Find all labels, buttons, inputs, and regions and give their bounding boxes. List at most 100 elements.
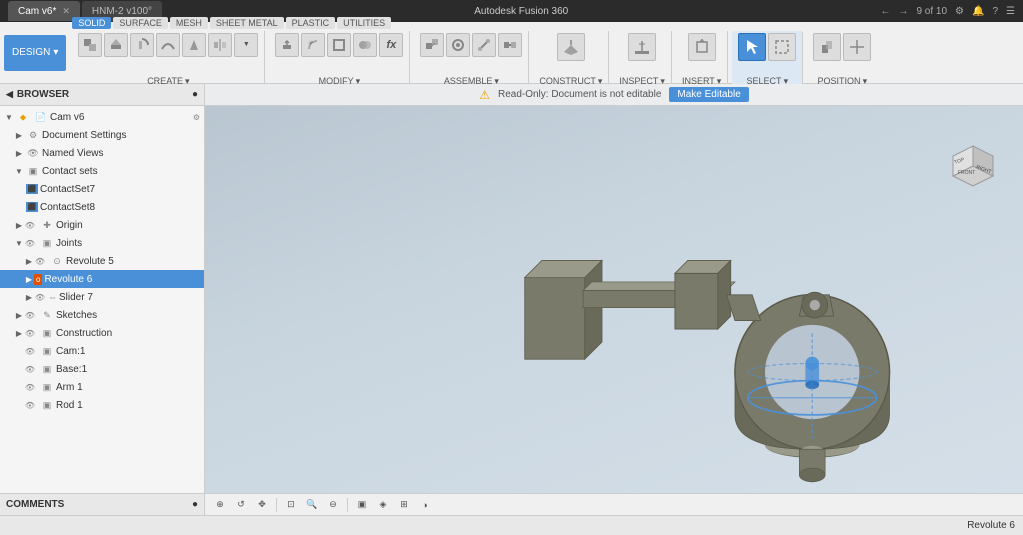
select-tool-icon[interactable] [738, 33, 766, 61]
tree-item-contact-set7[interactable]: ⬛ ContactSet7 [0, 180, 204, 198]
tree-item-slider7[interactable]: ▶ 👁 ⇔ Slider 7 [0, 288, 204, 306]
zoom-fit-icon[interactable]: ⊡ [282, 496, 300, 514]
design-button[interactable]: DESIGN ▾ [4, 35, 66, 71]
label-origin: Origin [56, 220, 200, 231]
arrow-doc-settings: ▶ [14, 130, 24, 140]
label-arm1: Arm 1 [56, 382, 200, 393]
label-contact-sets: Contact sets [42, 166, 200, 177]
tree-item-cam-v6[interactable]: ▼ ⬥ 📄 Cam v6 ⚙ [0, 108, 204, 126]
grid-icon[interactable]: ⊞ [395, 496, 413, 514]
select-section: SELECT▾ [732, 31, 803, 89]
icon-named-views: 👁 [26, 146, 40, 160]
solid-tab[interactable]: SOLID [72, 17, 111, 29]
inspect-measure-icon[interactable] [628, 33, 656, 61]
eye-revolute5: 👁 [34, 256, 46, 266]
block-body [525, 260, 602, 359]
mirror-icon[interactable] [208, 33, 232, 57]
push-pull-icon[interactable] [275, 33, 299, 57]
label-construction: Construction [56, 328, 200, 339]
tree-item-joints[interactable]: ▼ 👁 ▣ Joints [0, 234, 204, 252]
tab-cam-v6-close[interactable]: ✕ [62, 6, 70, 17]
combine-icon[interactable] [353, 33, 377, 57]
tree-item-origin[interactable]: ▶ 👁 ✚ Origin [0, 216, 204, 234]
pan-icon[interactable]: ✥ [253, 496, 271, 514]
sheet-metal-tab[interactable]: SHEET METAL [210, 17, 284, 29]
icon-base1: ▣ [40, 362, 54, 376]
label-cam1: Cam:1 [56, 346, 200, 357]
position-extra-icon[interactable] [843, 33, 871, 61]
tree-item-revolute5[interactable]: ▶ 👁 ⊙ Revolute 5 [0, 252, 204, 270]
menu-icon[interactable]: ☰ [1006, 6, 1015, 17]
tree-item-named-views[interactable]: ▶ 👁 Named Views [0, 144, 204, 162]
plastic-tab[interactable]: PLASTIC [286, 17, 336, 29]
viewport[interactable]: ⚠ Read-Only: Document is not editable Ma… [205, 84, 1023, 493]
loft-icon[interactable] [182, 33, 206, 57]
help-icon[interactable]: ? [992, 6, 998, 17]
nav-forward-btn[interactable]: → [898, 6, 908, 17]
insert-section: INSERT▾ [676, 31, 728, 89]
tree-item-contact-sets[interactable]: ▼ ▣ Contact sets [0, 162, 204, 180]
shadow-icon[interactable]: ◑ [416, 496, 434, 514]
joint-icon[interactable] [446, 33, 470, 57]
eye-construction: 👁 [24, 328, 36, 338]
view-cube[interactable]: FRONT TOP RIGHT [943, 136, 1003, 196]
3d-model-area[interactable]: FRONT TOP RIGHT [205, 106, 1023, 493]
create-new-body-icon[interactable] [78, 33, 102, 57]
surface-tab[interactable]: SURFACE [113, 17, 168, 29]
nav-back-btn[interactable]: ← [880, 6, 890, 17]
position-icon[interactable] [813, 33, 841, 61]
new-component-icon[interactable] [420, 33, 444, 57]
display-mode-icon[interactable]: ▣ [353, 496, 371, 514]
browser-collapse-icon[interactable]: ◀ [6, 89, 13, 100]
eye-cam1: 👁 [24, 346, 36, 356]
fillet-icon[interactable] [301, 33, 325, 57]
select-window-icon[interactable] [768, 33, 796, 61]
assemble-section: ASSEMBLE▾ [414, 31, 529, 89]
insert-icon[interactable] [688, 33, 716, 61]
eye-joints: 👁 [24, 238, 36, 248]
comments-settings-icon[interactable]: ● [192, 499, 198, 510]
tree-item-arm1[interactable]: 👁 ▣ Arm 1 [0, 378, 204, 396]
tab-cam-v6[interactable]: Cam v6* ✕ [8, 1, 80, 21]
construct-plane-icon[interactable] [557, 33, 585, 61]
comments-label: COMMENTS [6, 499, 64, 510]
fx-icon[interactable]: fx [379, 33, 403, 57]
tree-item-base1[interactable]: 👁 ▣ Base:1 [0, 360, 204, 378]
tree-item-cam1[interactable]: 👁 ▣ Cam:1 [0, 342, 204, 360]
connection-arm [726, 295, 760, 321]
tree-item-revolute6[interactable]: ▶ o Revolute 6 [0, 270, 204, 288]
contact-icon[interactable] [498, 33, 522, 57]
fit-view-icon[interactable]: ⊕ [211, 496, 229, 514]
make-editable-button[interactable]: Make Editable [669, 87, 748, 102]
tree-item-contact-set8[interactable]: ⬛ ContactSet8 [0, 198, 204, 216]
visual-style-icon[interactable]: ◈ [374, 496, 392, 514]
revolve-icon[interactable] [130, 33, 154, 57]
comments-panel: COMMENTS ● [0, 493, 205, 515]
revolute6-badge: o [34, 274, 42, 285]
extrude-icon[interactable] [104, 33, 128, 57]
label-base1: Base:1 [56, 364, 200, 375]
label-rod1: Rod 1 [56, 400, 200, 411]
sweep-icon[interactable] [156, 33, 180, 57]
tree-item-sketches[interactable]: ▶ 👁 ✎ Sketches [0, 306, 204, 324]
icon-slider7: ⇔ [48, 292, 57, 302]
zoom-out-icon[interactable]: ⊖ [324, 496, 342, 514]
shell-icon[interactable] [327, 33, 351, 57]
browser-settings-icon[interactable]: ● [192, 89, 198, 100]
tree-item-construction[interactable]: ▶ 👁 ▣ Construction [0, 324, 204, 342]
mesh-tab[interactable]: MESH [170, 17, 208, 29]
label-contact-set7: ContactSet7 [40, 184, 200, 195]
label-revolute6: Revolute 6 [44, 274, 200, 285]
cam-v6-settings[interactable]: ⚙ [193, 113, 200, 122]
utilities-tab[interactable]: UTILITIES [337, 17, 391, 29]
motion-link-icon[interactable] [472, 33, 496, 57]
zoom-in-icon[interactable]: 🔍 [303, 496, 321, 514]
tree-item-doc-settings[interactable]: ▶ ⚙ Document Settings [0, 126, 204, 144]
settings-icon[interactable]: ⚙ [955, 6, 964, 17]
orbit-icon[interactable]: ↺ [232, 496, 250, 514]
tree-item-rod1[interactable]: 👁 ▣ Rod 1 [0, 396, 204, 414]
create-more-icon[interactable]: ▼ [234, 33, 258, 57]
arrow-slider7: ▶ [24, 292, 34, 302]
position-section: POSITION▾ [807, 31, 877, 89]
notifications-icon[interactable]: 🔔 [972, 6, 984, 17]
